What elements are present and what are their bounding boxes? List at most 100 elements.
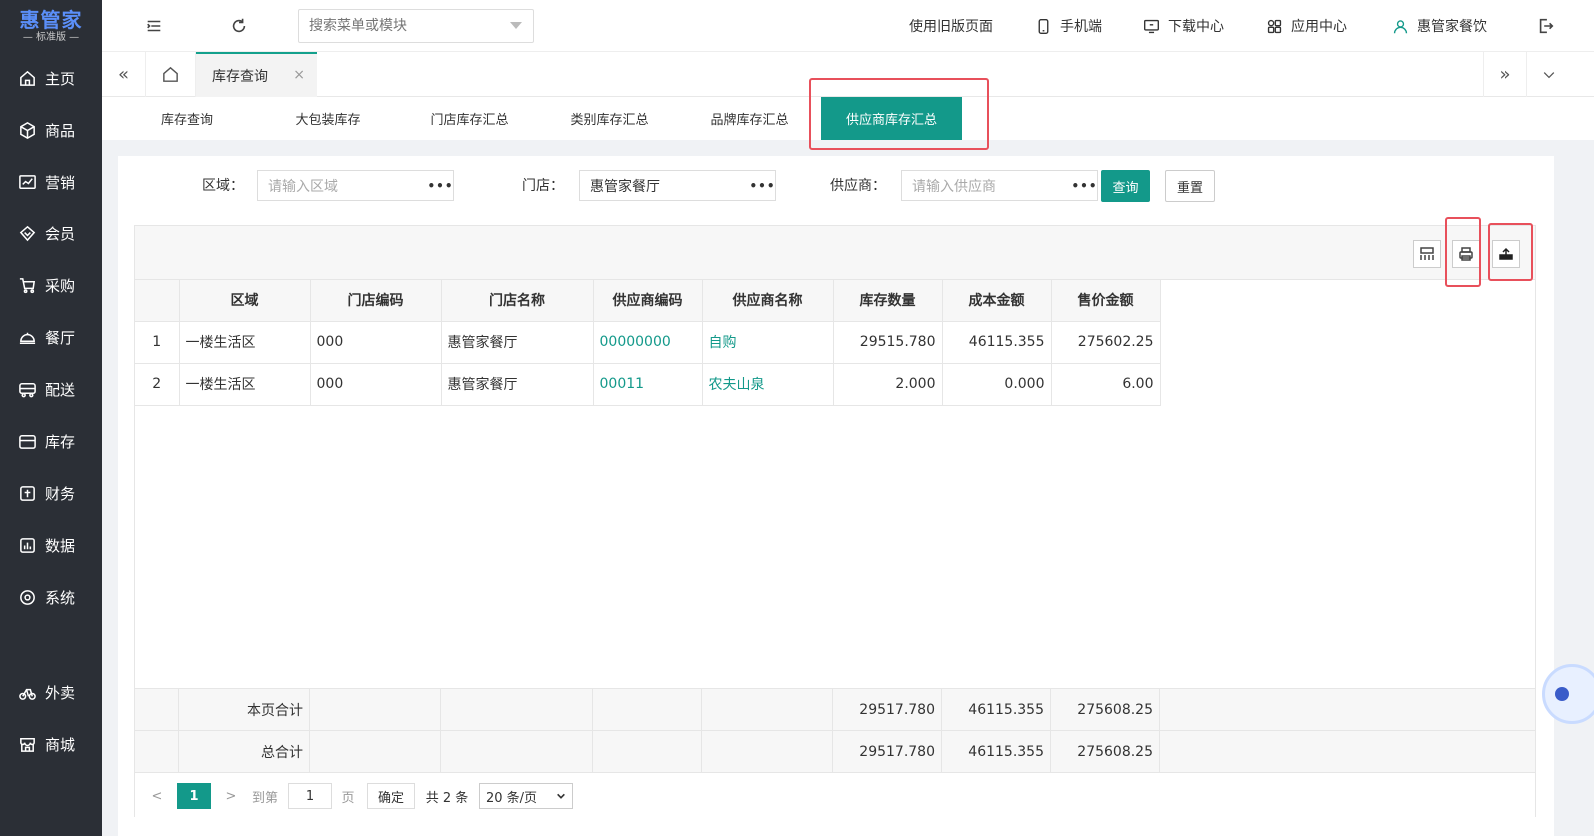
grand-total-price: 275608.25 — [1051, 731, 1160, 773]
cell-region: 一楼生活区 — [179, 363, 311, 406]
column-header-cost-amount[interactable]: 成本金额 — [942, 280, 1052, 322]
column-header-supplier-code[interactable]: 供应商编码 — [593, 280, 703, 322]
subtab-store-summary[interactable]: 门店库存汇总 — [412, 97, 527, 140]
sidebar-item-delivery[interactable]: 配送 — [0, 369, 102, 409]
goto-label: 到第 — [251, 790, 278, 806]
sidebar-item-marketing[interactable]: 营销 — [0, 162, 102, 202]
sidebar-item-member[interactable]: 会员 — [0, 213, 102, 253]
download-center-label: 下载中心 — [1168, 19, 1224, 35]
sidebar-item-label: 财务 — [45, 484, 76, 503]
download-center-link[interactable]: 下载中心 — [1143, 0, 1224, 52]
sidebar-item-home[interactable]: 主页 — [0, 58, 102, 98]
region-input[interactable]: 请输入区域 — [257, 170, 429, 201]
sidebar-item-goods[interactable]: 商品 — [0, 110, 102, 150]
export-button[interactable] — [1492, 240, 1520, 268]
close-icon[interactable]: × — [293, 67, 305, 83]
sidebar-item-inventory[interactable]: 库存 — [0, 421, 102, 461]
column-header-supplier-name[interactable]: 供应商名称 — [702, 280, 834, 322]
column-settings-button[interactable] — [1413, 240, 1441, 268]
menu-collapse-button[interactable] — [142, 14, 166, 38]
reset-button[interactable]: 重置 — [1165, 170, 1215, 202]
sidebar-item-label: 商城 — [45, 735, 76, 754]
logout-button[interactable] — [1534, 14, 1558, 38]
chevron-down-icon[interactable] — [510, 22, 522, 29]
sidebar-item-data[interactable]: 数据 — [0, 525, 102, 565]
sidebar-item-purchase[interactable]: 采购 — [0, 265, 102, 305]
column-header-stock-qty[interactable]: 库存数量 — [833, 280, 943, 322]
mobile-link[interactable]: 手机端 — [1035, 0, 1102, 52]
cell-cost-amount: 0.000 — [942, 363, 1052, 406]
total-spacer — [593, 689, 702, 731]
sidebar-item-finance[interactable]: 财务 — [0, 473, 102, 513]
supplier-input[interactable]: 请输入供应商 — [901, 170, 1073, 201]
subtab-supplier-summary[interactable]: 供应商库存汇总 — [821, 97, 962, 140]
tab-home[interactable] — [146, 52, 196, 97]
column-header-store-code[interactable]: 门店编码 — [310, 280, 442, 322]
tab-scroll-right-button[interactable]: » — [1483, 52, 1527, 97]
column-header-sale-amount[interactable]: 售价金额 — [1051, 280, 1161, 322]
cell-sale-amount: 6.00 — [1051, 363, 1161, 406]
subtab-bulk-inventory[interactable]: 大包装库存 — [272, 97, 384, 140]
subtab-category-summary[interactable]: 类别库存汇总 — [552, 97, 667, 140]
table-row[interactable]: 2 一楼生活区 000 惠管家餐厅 00011 农夫山泉 2.000 0.000… — [135, 363, 1161, 406]
subtab-brand-summary[interactable]: 品牌库存汇总 — [692, 97, 807, 140]
store-picker-button[interactable]: ••• — [750, 170, 776, 201]
table-row[interactable]: 1 一楼生活区 000 惠管家餐厅 00000000 自购 29515.780 … — [135, 321, 1161, 364]
column-header-region[interactable]: 区域 — [179, 280, 311, 322]
total-spacer — [593, 731, 702, 773]
diamond-icon — [19, 225, 36, 241]
sidebar-item-label: 外卖 — [45, 683, 76, 702]
subtab-inventory-query[interactable]: 库存查询 — [132, 97, 242, 140]
menu-search-input[interactable] — [298, 9, 534, 43]
region-picker-button[interactable]: ••• — [428, 170, 454, 201]
supplier-picker-button[interactable]: ••• — [1072, 170, 1098, 201]
total-spacer — [135, 689, 179, 731]
old-page-link[interactable]: 使用旧版页面 — [909, 0, 993, 52]
cell-store-code: 000 — [310, 363, 442, 406]
store-input[interactable]: 惠管家餐厅 — [579, 170, 751, 201]
pagination: < 1 > 到第 1 页 确定 共 2 条 20 条/页 — [135, 772, 1535, 817]
sidebar-item-label: 库存 — [45, 432, 76, 451]
sidebar-item-label: 商品 — [45, 121, 76, 140]
sidebar-item-label: 主页 — [45, 69, 76, 88]
tab-scroll-left-button[interactable]: « — [102, 52, 146, 97]
print-button[interactable] — [1452, 240, 1480, 268]
logo-title: 惠管家 — [19, 8, 83, 32]
cell-supplier-name[interactable]: 自购 — [702, 321, 834, 364]
cell-supplier-name[interactable]: 农夫山泉 — [702, 363, 834, 406]
page-1-button[interactable]: 1 — [177, 783, 211, 809]
next-page-button[interactable]: > — [219, 783, 243, 809]
total-spacer — [310, 689, 441, 731]
floating-assistant-button[interactable] — [1542, 664, 1594, 724]
sidebar-item-restaurant[interactable]: 餐厅 — [0, 317, 102, 357]
double-chevron-left-icon: « — [117, 64, 129, 85]
goto-page-input[interactable]: 1 — [288, 783, 332, 809]
cell-store-code: 000 — [310, 321, 442, 364]
page-size-select[interactable]: 20 条/页 — [479, 783, 573, 809]
chevron-down-icon — [557, 793, 565, 799]
app-center-link[interactable]: 应用中心 — [1266, 0, 1347, 52]
tab-menu-button[interactable] — [1527, 52, 1571, 97]
columns-icon — [1420, 247, 1434, 260]
cart-icon — [19, 277, 36, 293]
cell-supplier-code[interactable]: 00000000 — [593, 321, 703, 364]
user-menu[interactable]: 惠管家餐饮 — [1392, 0, 1487, 52]
query-button[interactable]: 查询 — [1101, 170, 1150, 202]
sidebar-item-mall[interactable]: 商城 — [0, 724, 102, 764]
sidebar-item-system[interactable]: 系统 — [0, 577, 102, 617]
double-chevron-right-icon: » — [1499, 64, 1511, 85]
refresh-button[interactable] — [227, 14, 251, 38]
goto-confirm-button[interactable]: 确定 — [367, 783, 415, 809]
tab-inventory-query[interactable]: 库存查询 × — [196, 52, 317, 97]
sidebar-item-label: 会员 — [45, 224, 76, 243]
cell-supplier-code[interactable]: 00011 — [593, 363, 703, 406]
table-header-row: 区域 门店编码 门店名称 供应商编码 供应商名称 库存数量 成本金额 售价金额 — [135, 280, 1161, 322]
app-logo[interactable]: 惠管家 — 标准版 — — [0, 0, 102, 52]
report-subtabs: 库存查询 大包装库存 门店库存汇总 类别库存汇总 品牌库存汇总 供应商库存汇总 — [102, 97, 1594, 140]
column-header-store-name[interactable]: 门店名称 — [441, 280, 594, 322]
sidebar-item-takeout[interactable]: 外卖 — [0, 672, 102, 712]
main-panel: 区域： 请输入区域 ••• 门店： 惠管家餐厅 ••• 供应商： 请输入供应商 … — [118, 156, 1554, 836]
prev-page-button[interactable]: < — [145, 783, 169, 809]
total-spacer — [441, 731, 593, 773]
filter-bar: 区域： 请输入区域 ••• 门店： 惠管家餐厅 ••• 供应商： 请输入供应商 … — [118, 170, 1554, 202]
